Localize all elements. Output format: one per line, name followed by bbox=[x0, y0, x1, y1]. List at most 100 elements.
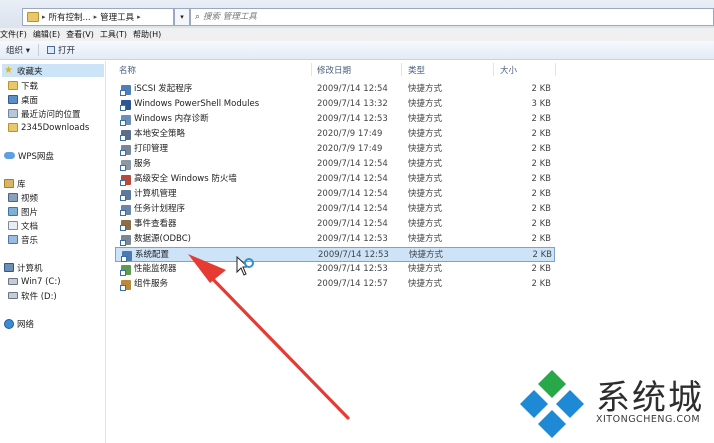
nav-network[interactable]: 网络 bbox=[4, 317, 34, 330]
drive-icon bbox=[8, 292, 18, 299]
file-name-cell: 任务计划程序 bbox=[120, 202, 185, 217]
drive-icon bbox=[8, 278, 18, 285]
file-row[interactable]: 事件查看器 2009/7/14 12:54 快捷方式 2 KB bbox=[115, 217, 555, 232]
file-size: 2 KB bbox=[531, 264, 551, 274]
menu-file[interactable]: 文件(F) bbox=[0, 29, 27, 40]
file-type: 快捷方式 bbox=[408, 174, 443, 184]
file-name: 本地安全策略 bbox=[134, 129, 186, 139]
menu-view[interactable]: 查看(V) bbox=[66, 29, 94, 40]
breadcrumb-control-panel[interactable]: 所有控制... bbox=[49, 11, 91, 23]
file-name-cell: 高级安全 Windows 防火墙 bbox=[120, 172, 237, 187]
nav-label: 文档 bbox=[21, 221, 39, 232]
file-row[interactable]: 本地安全策略 2020/7/9 17:49 快捷方式 2 KB bbox=[115, 127, 555, 142]
file-row[interactable]: 系统配置 2009/7/14 12:53 快捷方式 2 KB bbox=[115, 247, 555, 262]
address-box[interactable]: ▸ 所有控制... ▸ 管理工具 ▸ bbox=[22, 8, 174, 26]
menu-tools[interactable]: 工具(T) bbox=[100, 29, 127, 40]
nav-recent[interactable]: 最近访问的位置 bbox=[8, 107, 81, 120]
file-type: 快捷方式 bbox=[408, 204, 443, 214]
file-name-cell: 本地安全策略 bbox=[120, 127, 186, 142]
nav-label: 计算机 bbox=[17, 263, 43, 274]
shortcut-icon bbox=[120, 189, 131, 201]
file-row[interactable]: 高级安全 Windows 防火墙 2009/7/14 12:54 快捷方式 2 KB bbox=[115, 172, 555, 187]
file-date: 2020/7/9 17:49 bbox=[317, 129, 383, 139]
nav-label: 库 bbox=[17, 179, 26, 190]
nav-label: 软件 (D:) bbox=[21, 291, 57, 302]
file-size: 2 KB bbox=[531, 204, 551, 214]
column-header-name[interactable]: 名称 bbox=[119, 61, 136, 78]
nav-desktop[interactable]: 桌面 bbox=[8, 93, 38, 106]
file-row[interactable]: Windows 内存诊断 2009/7/14 12:53 快捷方式 2 KB bbox=[115, 112, 555, 127]
document-icon bbox=[8, 221, 18, 230]
chevron-down-icon: ▾ bbox=[180, 13, 184, 21]
back-forward-buttons[interactable] bbox=[0, 8, 22, 22]
file-date: 2009/7/14 12:54 bbox=[317, 159, 388, 169]
file-row[interactable]: 任务计划程序 2009/7/14 12:54 快捷方式 2 KB bbox=[115, 202, 555, 217]
file-date: 2009/7/14 12:54 bbox=[317, 189, 388, 199]
column-divider[interactable] bbox=[493, 63, 494, 76]
search-icon: ⌕ bbox=[195, 12, 201, 22]
open-button[interactable]: 打开 bbox=[46, 44, 75, 56]
file-name: 组件服务 bbox=[134, 279, 169, 289]
nav-label: 下载 bbox=[21, 81, 39, 92]
nav-drive-c[interactable]: Win7 (C:) bbox=[8, 275, 61, 288]
file-row[interactable]: Windows PowerShell Modules 2009/7/14 13:3… bbox=[115, 97, 555, 112]
file-size: 2 KB bbox=[531, 84, 551, 94]
file-size: 2 KB bbox=[531, 144, 551, 154]
nav-pictures[interactable]: 图片 bbox=[8, 205, 38, 218]
nav-drive-d[interactable]: 软件 (D:) bbox=[8, 289, 57, 302]
file-name-cell: Windows 内存诊断 bbox=[120, 112, 209, 127]
file-name: 服务 bbox=[134, 159, 152, 169]
file-size: 2 KB bbox=[531, 234, 551, 244]
file-name: Windows 内存诊断 bbox=[134, 114, 209, 124]
menu-edit[interactable]: 编辑(E) bbox=[33, 29, 60, 40]
file-name-cell: 系统配置 bbox=[121, 248, 169, 263]
menu-bar: 文件(F) 编辑(E) 查看(V) 工具(T) 帮助(H) bbox=[0, 28, 714, 41]
file-type: 快捷方式 bbox=[408, 279, 443, 289]
file-type: 快捷方式 bbox=[408, 144, 443, 154]
file-type: 快捷方式 bbox=[408, 99, 443, 109]
file-type: 快捷方式 bbox=[408, 159, 443, 169]
column-header-size[interactable]: 大小 bbox=[500, 61, 517, 78]
column-header-type[interactable]: 类型 bbox=[408, 61, 425, 78]
refresh-button[interactable]: ▾ bbox=[174, 8, 190, 26]
column-divider[interactable] bbox=[311, 63, 312, 76]
file-row[interactable]: 数据源(ODBC) 2009/7/14 12:53 快捷方式 2 KB bbox=[115, 232, 555, 247]
breadcrumb-separator: ▸ bbox=[93, 13, 98, 21]
search-box[interactable]: ⌕ bbox=[190, 8, 714, 26]
breadcrumb-separator: ▸ bbox=[42, 13, 46, 21]
nav-documents[interactable]: 文档 bbox=[8, 219, 38, 232]
shortcut-icon bbox=[120, 144, 131, 156]
file-date: 2020/7/9 17:49 bbox=[317, 144, 383, 154]
organize-button[interactable]: 组织 ▾ bbox=[6, 44, 30, 56]
library-icon bbox=[4, 179, 14, 188]
file-row[interactable]: 性能监视器 2009/7/14 12:53 快捷方式 2 KB bbox=[115, 262, 555, 277]
menu-help[interactable]: 帮助(H) bbox=[133, 29, 161, 40]
shortcut-icon bbox=[120, 99, 131, 111]
nav-favorites[interactable]: ★ 收藏夹 bbox=[2, 64, 104, 77]
column-divider[interactable] bbox=[555, 63, 556, 76]
column-divider[interactable] bbox=[401, 63, 402, 76]
file-name: 数据源(ODBC) bbox=[134, 234, 191, 244]
file-row[interactable]: 打印管理 2020/7/9 17:49 快捷方式 2 KB bbox=[115, 142, 555, 157]
column-header-date[interactable]: 修改日期 bbox=[317, 61, 351, 78]
nav-computer[interactable]: 计算机 bbox=[4, 261, 43, 274]
breadcrumb-admin-tools[interactable]: 管理工具 bbox=[100, 11, 134, 23]
file-name-cell: 服务 bbox=[120, 157, 152, 172]
file-row[interactable]: 服务 2009/7/14 12:54 快捷方式 2 KB bbox=[115, 157, 555, 172]
file-size: 3 KB bbox=[531, 99, 551, 109]
nav-libraries[interactable]: 库 bbox=[4, 177, 26, 190]
file-row[interactable]: iSCSI 发起程序 2009/7/14 12:54 快捷方式 2 KB bbox=[115, 82, 555, 97]
nav-videos[interactable]: 视频 bbox=[8, 191, 38, 204]
file-row[interactable]: 计算机管理 2009/7/14 12:54 快捷方式 2 KB bbox=[115, 187, 555, 202]
file-date: 2009/7/14 12:54 bbox=[317, 204, 388, 214]
file-row[interactable]: 组件服务 2009/7/14 12:57 快捷方式 2 KB bbox=[115, 277, 555, 292]
nav-downloads[interactable]: 下载 bbox=[8, 79, 38, 92]
nav-music[interactable]: 音乐 bbox=[8, 233, 38, 246]
desktop-icon bbox=[8, 95, 18, 104]
nav-label: Win7 (C:) bbox=[21, 276, 61, 287]
nav-2345downloads[interactable]: 2345Downloads bbox=[8, 121, 89, 134]
nav-wps-cloud[interactable]: WPS网盘 bbox=[4, 149, 54, 162]
nav-label: 网络 bbox=[17, 319, 35, 330]
search-input[interactable] bbox=[203, 12, 504, 22]
file-name: 高级安全 Windows 防火墙 bbox=[134, 174, 237, 184]
